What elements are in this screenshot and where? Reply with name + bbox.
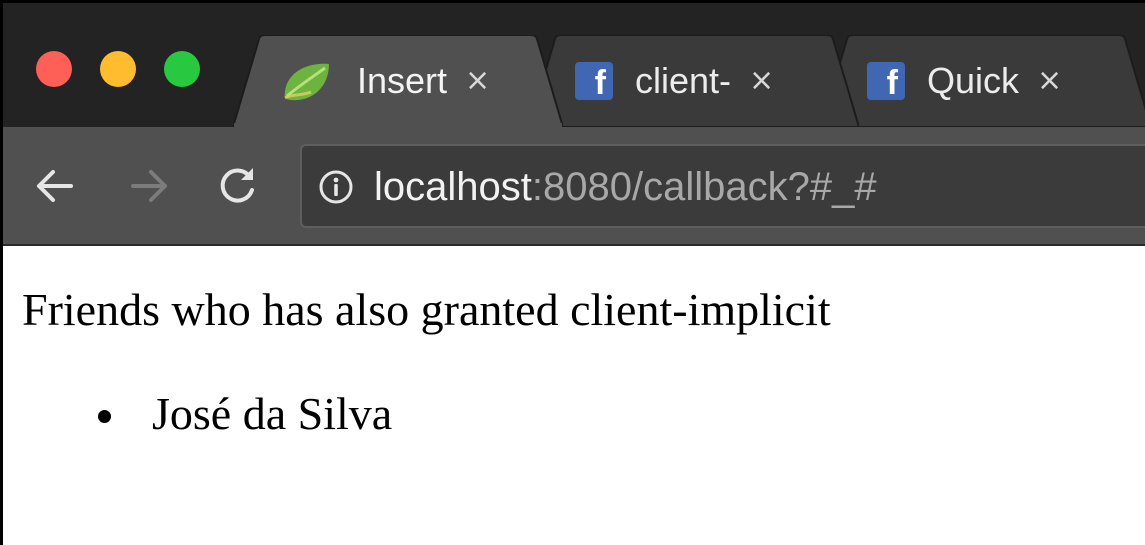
back-arrow-icon — [37, 170, 73, 202]
tab-insert[interactable]: Insert × — [233, 35, 563, 127]
browser-toolbar: localhost:8080/callback?#_# — [3, 127, 1145, 245]
tab-quick[interactable]: f Quick × — [821, 35, 1145, 127]
page-content: Friends who has also granted client-impl… — [3, 246, 1145, 545]
address-bar[interactable]: localhost:8080/callback?#_# — [300, 144, 1145, 228]
info-icon[interactable] — [318, 169, 354, 205]
tab-close-icon[interactable]: × — [1037, 66, 1062, 96]
page-heading: Friends who has also granted client-impl… — [22, 284, 831, 335]
url-path: :8080/callback?#_# — [531, 165, 877, 209]
tab-strip: f Quick × f client- × Insert × — [3, 3, 1145, 127]
tab-close-icon[interactable]: × — [749, 66, 774, 96]
list-item: José da Silva — [3, 386, 392, 442]
facebook-icon: f — [575, 62, 613, 100]
list-bullet — [98, 410, 111, 423]
forward-arrow-icon — [131, 170, 167, 202]
reload-button[interactable] — [213, 162, 261, 210]
tab-title: client- — [635, 60, 732, 101]
tab-title: Quick — [927, 60, 1020, 101]
facebook-icon: f — [867, 62, 905, 100]
window-minimize-button[interactable] — [100, 51, 136, 87]
tab-title: Insert — [357, 60, 448, 101]
friend-name: José da Silva — [152, 388, 393, 439]
window-maximize-button[interactable] — [164, 51, 200, 87]
tab-client[interactable]: f client- × — [529, 35, 859, 127]
tab-close-icon[interactable]: × — [465, 66, 490, 96]
browser-window: f Quick × f client- × Insert × localhost… — [0, 0, 1145, 545]
url-host: localhost — [374, 165, 532, 209]
url-text[interactable]: localhost:8080/callback?#_# — [374, 163, 877, 211]
back-button[interactable] — [31, 162, 79, 210]
forward-button[interactable] — [125, 162, 173, 210]
reload-icon — [220, 168, 254, 203]
friends-list: José da Silva — [3, 386, 392, 442]
spring-leaf-icon — [281, 58, 333, 104]
window-close-button[interactable] — [36, 51, 72, 87]
